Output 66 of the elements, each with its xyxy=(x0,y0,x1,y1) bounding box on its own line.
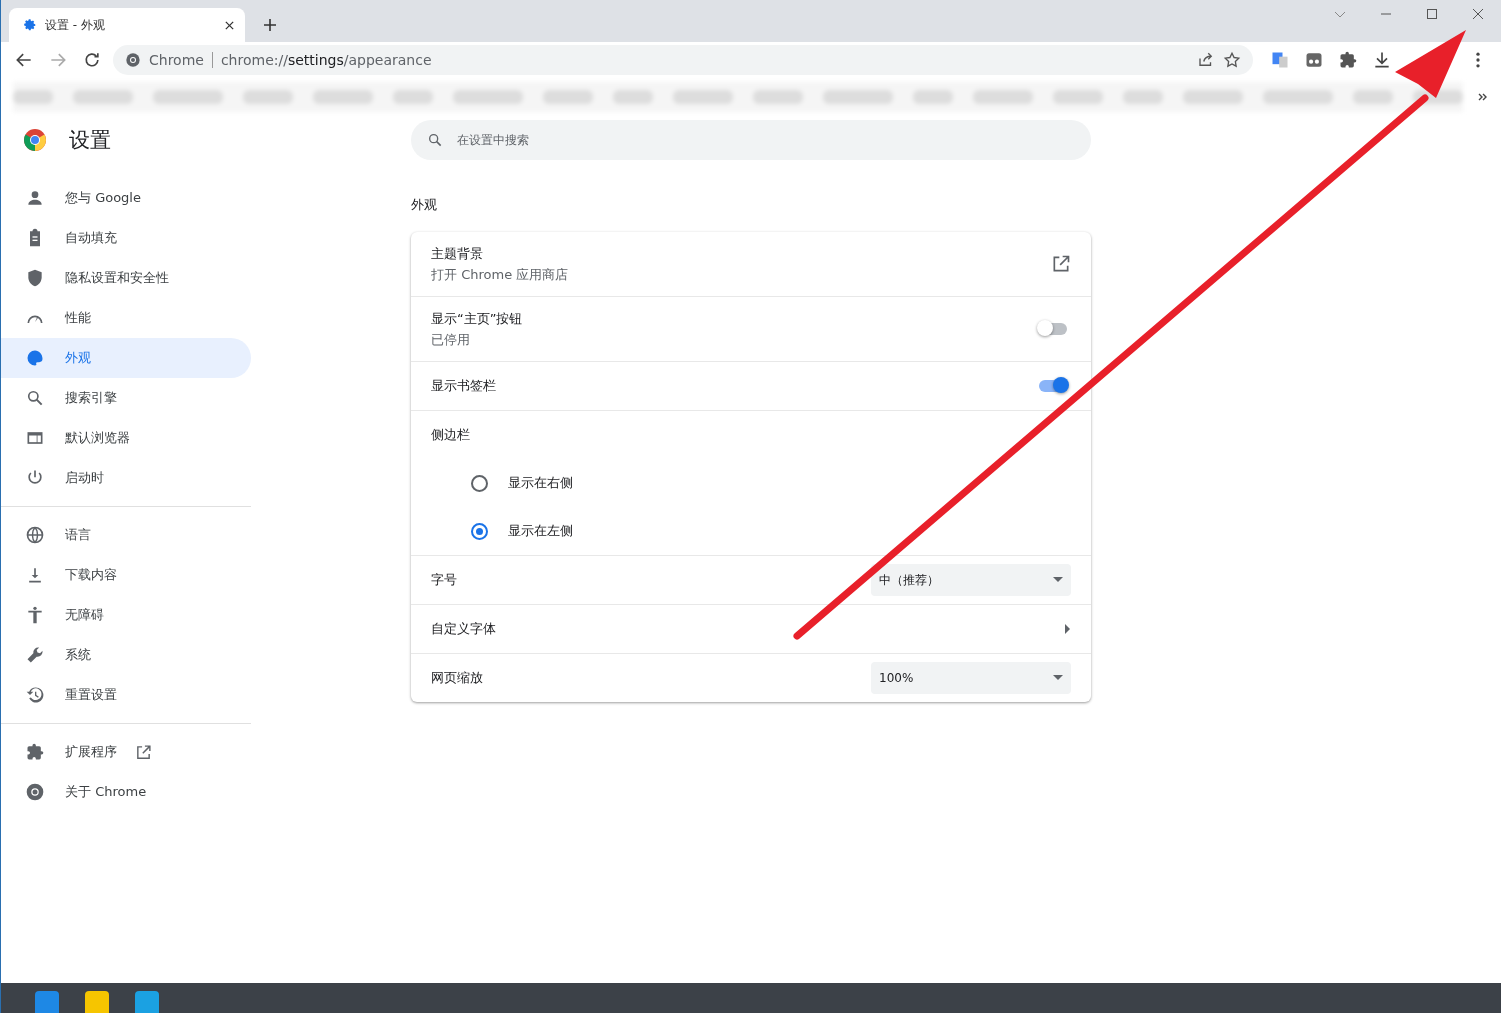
setting-label: 显示“主页”按钮 xyxy=(431,309,524,328)
settings-title: 设置 xyxy=(69,127,111,154)
caret-down-icon xyxy=(1053,675,1063,681)
search-field[interactable]: 在设置中搜索 xyxy=(411,120,1091,160)
share-icon[interactable] xyxy=(1197,51,1215,69)
external-link-icon[interactable] xyxy=(1051,254,1071,274)
sidebar-item[interactable]: 默认浏览器 xyxy=(1,418,251,458)
reload-icon[interactable] xyxy=(82,50,102,70)
address-bar[interactable]: Chrome chrome://settings/appearance xyxy=(113,45,1253,75)
chrome-icon xyxy=(25,782,45,802)
tab-title: 设置 - 外观 xyxy=(45,16,106,34)
shield-icon xyxy=(25,268,45,288)
dropdown[interactable]: 中（推荐） xyxy=(871,564,1071,596)
radio-button[interactable] xyxy=(471,474,488,492)
chrome-logo-icon xyxy=(23,128,47,152)
sidebar-item[interactable]: 系统 xyxy=(1,635,251,675)
chrome-logo-icon xyxy=(125,52,141,68)
sidebar-item[interactable]: 隐私设置和安全性 xyxy=(1,258,251,298)
sidebar-item[interactable]: 语言 xyxy=(1,515,251,555)
history-icon xyxy=(25,685,45,705)
search-icon xyxy=(427,132,443,148)
radio-label: 显示在右侧 xyxy=(508,474,573,492)
setting-description: 打开 Chrome 应用商店 xyxy=(431,265,570,284)
new-tab-icon[interactable] xyxy=(263,18,277,32)
sidebar-item[interactable]: 重置设置 xyxy=(1,675,251,715)
sidebar-item[interactable]: 您与 Google xyxy=(1,178,251,218)
accessibility-icon xyxy=(25,605,45,625)
setting-label: 自定义字体 xyxy=(431,620,497,638)
sidebar-item[interactable]: 无障碍 xyxy=(1,595,251,635)
search-icon xyxy=(25,388,45,408)
section-title: 外观 xyxy=(411,196,438,214)
sidebar-item[interactable]: 性能 xyxy=(1,298,251,338)
gear-icon xyxy=(23,18,37,32)
download-icon[interactable] xyxy=(1372,50,1392,70)
puzzle-icon[interactable] xyxy=(1338,50,1358,70)
setting-label: 字号 xyxy=(431,571,458,589)
sidebar-item[interactable]: 下载内容 xyxy=(1,555,251,595)
setting-label: 显示书签栏 xyxy=(431,377,497,395)
close-icon[interactable] xyxy=(224,19,235,31)
setting-description: 已停用 xyxy=(431,330,471,349)
star-icon[interactable] xyxy=(1223,51,1241,69)
sidebar-item[interactable]: 启动时 xyxy=(1,458,251,498)
sidebar-item[interactable]: 搜索引擎 xyxy=(1,378,251,418)
setting-label: 主题背景 xyxy=(431,244,484,263)
url-text: chrome://settings/appearance xyxy=(220,52,432,68)
maximize-icon[interactable] xyxy=(1426,8,1438,20)
caret-down-icon xyxy=(1053,577,1063,583)
sidebar-item[interactable]: 自动填充 xyxy=(1,218,251,258)
caret-right-icon[interactable] xyxy=(1065,624,1071,634)
site-label: Chrome xyxy=(149,52,204,68)
radio-label: 显示在左侧 xyxy=(508,522,573,540)
toggle-switch[interactable] xyxy=(1039,380,1067,392)
sidebar-item[interactable]: 外观 xyxy=(1,338,251,378)
setting-label: 侧边栏 xyxy=(431,426,471,444)
sidebar-item[interactable]: 关于 Chrome xyxy=(1,772,251,812)
browser-tab[interactable]: 设置 - 外观 xyxy=(9,8,245,42)
dropdown[interactable]: 100% xyxy=(871,662,1071,694)
radio-button[interactable] xyxy=(471,522,488,540)
close-icon[interactable] xyxy=(1472,8,1484,20)
wrench-icon xyxy=(25,645,45,665)
sidebar-item[interactable]: 扩展程序 xyxy=(1,732,251,772)
toggle-switch[interactable] xyxy=(1039,323,1067,335)
setting-label: 网页缩放 xyxy=(431,669,484,687)
globe-icon xyxy=(25,525,45,545)
puzzle-icon xyxy=(25,742,45,762)
person-icon xyxy=(25,188,45,208)
